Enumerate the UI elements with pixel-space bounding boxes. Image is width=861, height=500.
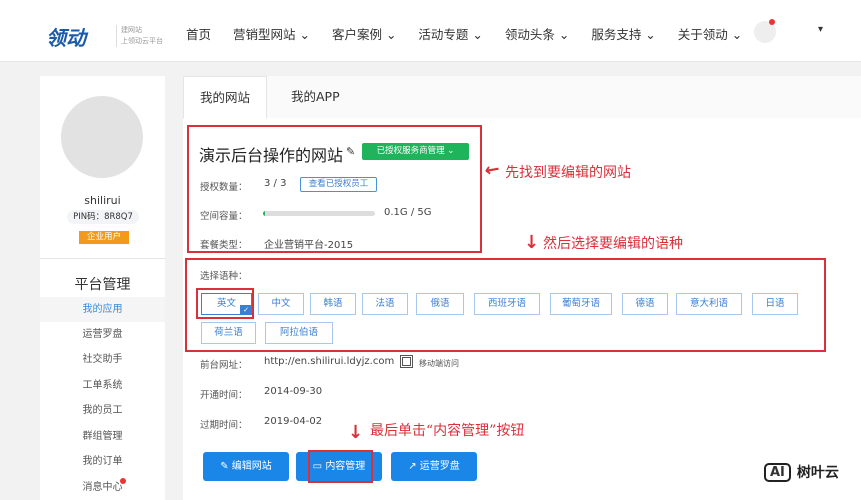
- sidebar-item-social[interactable]: 社交助手: [40, 347, 165, 372]
- button-label: 运营罗盘: [419, 461, 460, 472]
- sidebar-item-orders[interactable]: 我的订单: [40, 449, 165, 474]
- watermark-logo: AI: [764, 462, 791, 482]
- mobile-access-link[interactable]: 移动端访问: [419, 358, 459, 369]
- annotation-step3: 最后单击“内容管理”按钮: [370, 423, 525, 439]
- sidebar-item-compass[interactable]: 运营罗盘: [40, 322, 165, 347]
- site-url[interactable]: http://en.shilirui.ldyjz.com: [264, 356, 394, 367]
- nav-cases[interactable]: 客户案例 ⌄: [332, 24, 396, 43]
- sidebar-section-title: 平台管理: [74, 277, 131, 293]
- open-date: 2014-09-30: [264, 386, 323, 397]
- profile-photo: [61, 96, 143, 178]
- sidebar-item-tickets[interactable]: 工单系统: [40, 373, 165, 398]
- sidebar-item-groups[interactable]: 群组管理: [40, 424, 165, 449]
- annotation-step1: 先找到要编辑的网站: [505, 165, 631, 181]
- pin-code: PIN码：8R8Q7: [67, 210, 139, 224]
- nav-events[interactable]: 活动专题 ⌄: [418, 24, 482, 43]
- logo-slogan: 建网站 上领动云平台: [116, 25, 163, 47]
- nav-home[interactable]: 首页: [186, 24, 211, 43]
- tab-my-website[interactable]: 我的网站: [183, 76, 268, 119]
- compass-button[interactable]: ↗ 运营罗盘: [391, 452, 477, 481]
- qr-code-icon[interactable]: [400, 355, 413, 368]
- expire-date: 2019-04-02: [264, 416, 323, 427]
- sidebar-item-messages[interactable]: 消息中心: [40, 475, 165, 500]
- divider: [40, 258, 165, 259]
- slogan-line: 建网站: [121, 26, 142, 34]
- url-label: 前台网址：: [200, 360, 248, 371]
- highlight-english: [196, 288, 254, 319]
- expire-date-label: 过期时间：: [200, 420, 248, 431]
- nav-about[interactable]: 关于领动 ⌄: [678, 24, 742, 43]
- nav-marketing-sites[interactable]: 营销型网站 ⌄: [233, 24, 310, 43]
- annotation-step2: 然后选择要编辑的语种: [543, 236, 683, 252]
- watermark-text: 树叶云: [796, 465, 839, 481]
- tab-my-app[interactable]: 我的APP: [275, 76, 356, 118]
- button-label: 编辑网站: [231, 461, 272, 472]
- logo[interactable]: 领动: [46, 22, 86, 51]
- highlight-content-button: [308, 450, 373, 483]
- nav-support[interactable]: 服务支持 ⌄: [591, 24, 655, 43]
- watermark: AI 树叶云: [760, 452, 861, 492]
- slogan-line: 上领动云平台: [121, 37, 163, 45]
- nav-news[interactable]: 领动头条 ⌄: [505, 24, 569, 43]
- tab-bar: 我的网站 我的APP: [183, 76, 861, 119]
- arrow-icon: ↓: [524, 232, 540, 253]
- open-date-label: 开通时间：: [200, 390, 248, 401]
- highlight-site-box: [187, 125, 482, 253]
- main-nav: 首页 营销型网站 ⌄ 客户案例 ⌄ 活动专题 ⌄ 领动头条 ⌄ 服务支持 ⌄ 关…: [186, 24, 764, 43]
- username: shilirui: [84, 194, 121, 207]
- enterprise-badge: 企业用户: [79, 231, 129, 244]
- edit-website-button[interactable]: ✎ 编辑网站: [203, 452, 289, 481]
- message-dot: [120, 478, 126, 484]
- notification-dot: [769, 19, 775, 25]
- sidebar-item-staff[interactable]: 我的员工: [40, 398, 165, 423]
- sidebar-item-my-apps[interactable]: 我的应用: [40, 297, 165, 322]
- arrow-icon: ↓: [348, 422, 364, 443]
- user-menu-caret-icon[interactable]: ▾: [818, 24, 823, 35]
- highlight-language-box: [185, 258, 826, 352]
